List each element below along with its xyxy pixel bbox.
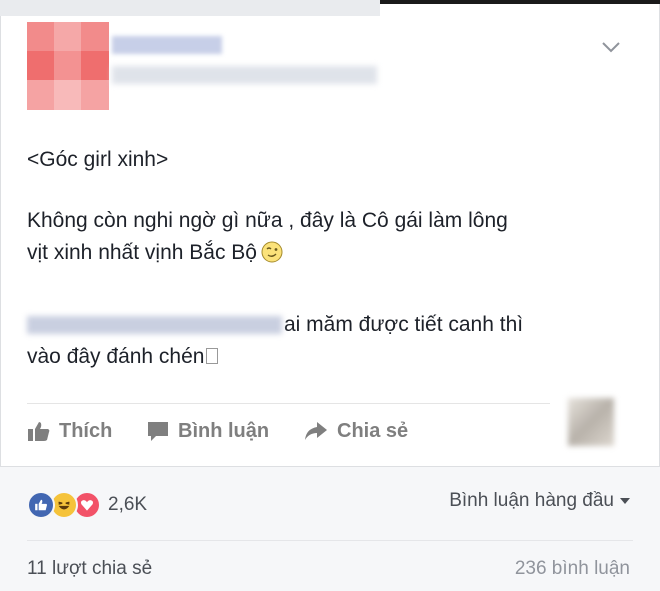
- caret-down-icon: [620, 498, 630, 504]
- divider: [27, 540, 633, 541]
- post-meta: [112, 66, 377, 84]
- top-blurred-strip: [0, 0, 380, 16]
- post-text-line: vịt xinh nhất vịnh Bắc Bộ: [27, 238, 283, 268]
- reaction-count: 2,6K: [108, 494, 148, 515]
- divider: [27, 403, 550, 404]
- author-name[interactable]: [112, 36, 222, 54]
- avatar[interactable]: [27, 22, 109, 110]
- chevron-down-icon[interactable]: [600, 38, 622, 56]
- missing-glyph-icon: [206, 348, 219, 364]
- thumbs-up-icon: [28, 422, 50, 441]
- like-reaction-icon: [27, 491, 55, 519]
- post-text-line: <Góc girl xinh>: [27, 148, 169, 171]
- comment-label: Bình luận: [178, 419, 270, 442]
- post-text-line: Không còn nghi ngờ gì nữa , đây là Cô gá…: [27, 209, 508, 232]
- post-text-segment: vịt xinh nhất vịnh Bắc Bộ: [27, 241, 257, 264]
- post-text-line: ai măm được tiết canh thì: [27, 310, 523, 340]
- comment-count-link[interactable]: 236 bình luận: [515, 558, 630, 580]
- reactions-summary[interactable]: 2,6K: [27, 490, 147, 520]
- comment-icon: [148, 422, 168, 441]
- like-label: Thích: [59, 419, 113, 442]
- post-text-segment: vào đây đánh chén: [27, 345, 205, 368]
- share-button[interactable]: Chia sẻ: [303, 416, 408, 446]
- comment-button[interactable]: Bình luận: [146, 416, 269, 446]
- sort-label: Bình luận hàng đầu: [449, 490, 614, 511]
- comment-sort-dropdown[interactable]: Bình luận hàng đầu: [449, 490, 630, 512]
- wink-emoji-icon: [261, 241, 283, 263]
- share-label: Chia sẻ: [337, 419, 409, 442]
- post-text-segment: ai măm được tiết canh thì: [284, 313, 524, 336]
- post-text-line: vào đây đánh chén: [27, 342, 219, 372]
- top-dark-strip: [380, 0, 660, 4]
- like-button[interactable]: Thích: [27, 416, 112, 446]
- share-arrow-icon: [305, 422, 327, 440]
- mention-tag[interactable]: [27, 316, 282, 335]
- share-count-link[interactable]: 11 lượt chia sẻ: [27, 558, 152, 580]
- page-avatar[interactable]: [568, 398, 614, 446]
